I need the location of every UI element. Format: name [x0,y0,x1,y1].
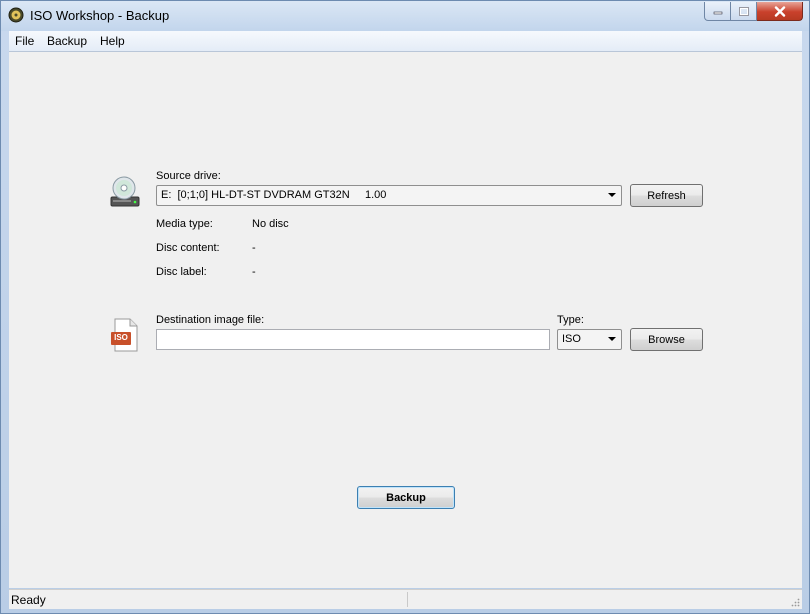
source-drive-label: Source drive: [156,170,221,182]
menu-bar: File Backup Help [9,31,802,52]
status-text: Ready [11,593,46,607]
maximize-icon [738,6,749,16]
window-title: ISO Workshop - Backup [30,8,170,23]
type-value: ISO [562,333,581,345]
chevron-down-icon [608,337,616,341]
title-bar[interactable]: ISO Workshop - Backup [1,1,809,31]
maximize-button[interactable] [731,2,757,21]
type-select[interactable]: ISO [557,329,622,350]
disc-label-value: - [252,266,256,278]
main-panel: Source drive: E: [0;1;0] HL-DT-ST DVDRAM… [9,52,802,588]
app-window: ISO Workshop - Backup File Backup Help S… [0,0,810,614]
close-icon [774,5,785,17]
minimize-button[interactable] [704,2,731,21]
close-button[interactable] [757,2,803,21]
source-drive-select[interactable]: E: [0;1;0] HL-DT-ST DVDRAM GT32N 1.00 [156,185,622,206]
cd-drive-icon [109,174,141,208]
type-label: Type: [557,314,584,326]
menu-file[interactable]: File [15,34,34,48]
backup-button[interactable]: Backup [357,486,455,509]
media-type-label: Media type: [156,218,213,230]
menu-help[interactable]: Help [100,34,125,48]
disc-label-label: Disc label: [156,266,207,278]
app-icon [8,7,24,23]
disc-content-value: - [252,242,256,254]
disc-content-label: Disc content: [156,242,220,254]
refresh-button[interactable]: Refresh [630,184,703,207]
status-bar: Ready [9,589,802,609]
destination-label: Destination image file: [156,314,265,326]
iso-badge-text: ISO [114,333,128,342]
iso-file-icon: ISO [109,318,141,352]
status-divider [407,592,408,607]
resize-grip-icon[interactable] [790,597,800,607]
chevron-down-icon [608,193,616,197]
menu-backup[interactable]: Backup [47,34,87,48]
minimize-icon [713,11,722,15]
destination-file-input[interactable] [156,329,550,350]
media-type-value: No disc [252,218,289,230]
source-drive-value: E: [0;1;0] HL-DT-ST DVDRAM GT32N 1.00 [161,189,387,201]
browse-button[interactable]: Browse [630,328,703,351]
